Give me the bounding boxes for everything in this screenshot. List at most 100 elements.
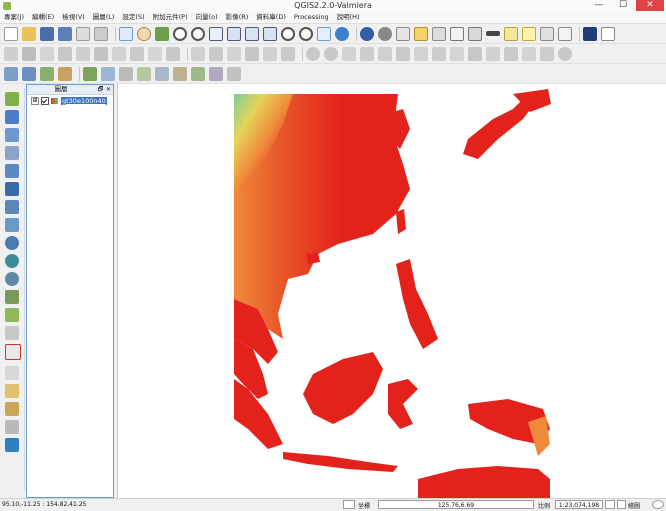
- zoom-to-selection-icon[interactable]: [245, 26, 259, 41]
- mssql-icon[interactable]: [40, 66, 54, 81]
- toggle-extent-icon[interactable]: [343, 500, 355, 509]
- map-tips-icon[interactable]: [504, 26, 518, 41]
- identify-features-icon[interactable]: [360, 26, 374, 41]
- new-project-icon[interactable]: [4, 26, 18, 41]
- add-wfs-layer-icon[interactable]: [173, 66, 187, 81]
- menu-plugins[interactable]: 附加元件(P): [149, 12, 192, 23]
- add-oracle-georaster-icon[interactable]: [227, 66, 241, 81]
- merge-attributes-icon[interactable]: [540, 46, 554, 61]
- postgis-icon[interactable]: [22, 66, 36, 81]
- pin-labels-icon[interactable]: [209, 46, 223, 61]
- deselect-features-icon[interactable]: [414, 26, 428, 41]
- add-oracle-icon[interactable]: [5, 236, 19, 250]
- open-attribute-table-icon[interactable]: [450, 26, 464, 41]
- raster-calculator-icon[interactable]: [5, 420, 19, 434]
- simplify-feature-icon[interactable]: [360, 46, 374, 61]
- zoom-actual-size-icon[interactable]: [209, 26, 223, 41]
- add-gpx-icon[interactable]: [5, 272, 19, 286]
- add-wms-layer-icon[interactable]: [137, 66, 151, 81]
- add-wcs-layer-icon[interactable]: [155, 66, 169, 81]
- text-annotation-icon[interactable]: [558, 26, 572, 41]
- save-layer-edits-icon[interactable]: [40, 46, 54, 61]
- zoom-out-icon[interactable]: [191, 26, 205, 41]
- digitize-point-icon[interactable]: [5, 384, 19, 398]
- add-ring-icon[interactable]: [378, 46, 392, 61]
- close-panel-button[interactable]: ✕: [105, 86, 112, 93]
- add-virtual-layer-icon[interactable]: [209, 66, 223, 81]
- new-spatialite-layer-icon[interactable]: [101, 66, 115, 81]
- menu-project[interactable]: 專案(J): [0, 12, 28, 23]
- menu-help[interactable]: 說明(H): [333, 12, 364, 23]
- new-map-view-icon[interactable]: [317, 26, 331, 41]
- menu-vector[interactable]: 向量(o): [192, 12, 222, 23]
- pan-select-icon[interactable]: [119, 26, 133, 41]
- add-wcs-icon[interactable]: [5, 200, 19, 214]
- composer-manager-icon[interactable]: [94, 26, 108, 41]
- reshape-features-icon[interactable]: [450, 46, 464, 61]
- select-by-expression-icon[interactable]: [432, 26, 446, 41]
- menu-database[interactable]: 資料庫(D): [252, 12, 290, 23]
- node-tool-icon[interactable]: [94, 46, 108, 61]
- menu-raster[interactable]: 影像(R): [222, 12, 253, 23]
- add-raster-layer-icon[interactable]: [5, 110, 19, 124]
- maximize-button[interactable]: ☐: [612, 0, 634, 11]
- zoom-to-layer-icon[interactable]: [263, 26, 277, 41]
- add-delimited-text-icon[interactable]: [191, 66, 205, 81]
- save-as-icon[interactable]: [58, 26, 72, 41]
- new-print-composer-icon[interactable]: [76, 26, 90, 41]
- add-geometry-icon[interactable]: [5, 402, 19, 416]
- current-edits-icon[interactable]: [4, 46, 18, 61]
- raster-map-icon[interactable]: [118, 84, 666, 498]
- delete-part-icon[interactable]: [432, 46, 446, 61]
- add-postgis-layer-icon[interactable]: [5, 128, 19, 142]
- add-vector-layer-icon[interactable]: [5, 92, 19, 106]
- add-virtual-layer-icon[interactable]: [5, 290, 19, 304]
- split-features-icon[interactable]: [486, 46, 500, 61]
- menu-view[interactable]: 檢視(V): [58, 12, 89, 23]
- float-panel-button[interactable]: 🗗: [97, 86, 104, 93]
- expand-layer-icon[interactable]: ⊞: [31, 96, 39, 105]
- new-bookmark-icon[interactable]: [522, 26, 536, 41]
- add-spatialite-layer-icon[interactable]: [5, 146, 19, 160]
- run-feature-action-icon[interactable]: [378, 26, 392, 41]
- undo-icon[interactable]: [306, 46, 320, 61]
- rotate-point-symbols-icon[interactable]: [558, 46, 572, 61]
- show-bookmarks-icon[interactable]: [540, 26, 554, 41]
- add-delimited-text-icon[interactable]: [5, 254, 19, 268]
- rotate-feature-icon[interactable]: [342, 46, 356, 61]
- pan-to-selection-icon[interactable]: [155, 26, 169, 41]
- move-label-icon[interactable]: [245, 46, 259, 61]
- minimize-button[interactable]: —: [588, 0, 610, 11]
- stop-render-icon[interactable]: [605, 500, 615, 509]
- menu-settings[interactable]: 設定(S): [118, 12, 148, 23]
- show-hide-labels-icon[interactable]: [227, 46, 241, 61]
- move-feature-icon[interactable]: [76, 46, 90, 61]
- open-project-icon[interactable]: [22, 26, 36, 41]
- label-tool-icon[interactable]: [191, 46, 205, 61]
- help-contents-icon[interactable]: [583, 26, 597, 41]
- coordinate-field[interactable]: 125.76,6.69: [378, 500, 534, 509]
- rotate-label-icon[interactable]: [263, 46, 277, 61]
- change-label-icon[interactable]: [281, 46, 295, 61]
- zoom-next-icon[interactable]: [299, 26, 313, 41]
- render-checkbox[interactable]: [617, 500, 626, 509]
- add-gps-icon[interactable]: [5, 366, 19, 380]
- measure-line-icon[interactable]: [486, 31, 500, 36]
- select-features-icon[interactable]: [396, 26, 410, 41]
- new-shapefile-icon[interactable]: [83, 66, 97, 81]
- redo-icon[interactable]: [324, 46, 338, 61]
- layer-item[interactable]: ⊞ gt30e100n40: [31, 96, 107, 105]
- spatialite-icon[interactable]: [4, 66, 18, 81]
- menu-processing[interactable]: Processing: [290, 12, 333, 23]
- add-feature-icon[interactable]: [58, 46, 72, 61]
- delete-ring-icon[interactable]: [414, 46, 428, 61]
- remove-layer-icon[interactable]: [5, 344, 21, 360]
- scale-field[interactable]: 1:23,074,198: [555, 500, 603, 509]
- layer-visibility-checkbox[interactable]: [41, 96, 49, 105]
- add-part-icon[interactable]: [396, 46, 410, 61]
- offset-curve-icon[interactable]: [468, 46, 482, 61]
- new-gpx-layer-icon[interactable]: [119, 66, 133, 81]
- crs-status-icon[interactable]: [652, 500, 664, 509]
- merge-features-icon[interactable]: [522, 46, 536, 61]
- close-button[interactable]: ✕: [636, 0, 664, 11]
